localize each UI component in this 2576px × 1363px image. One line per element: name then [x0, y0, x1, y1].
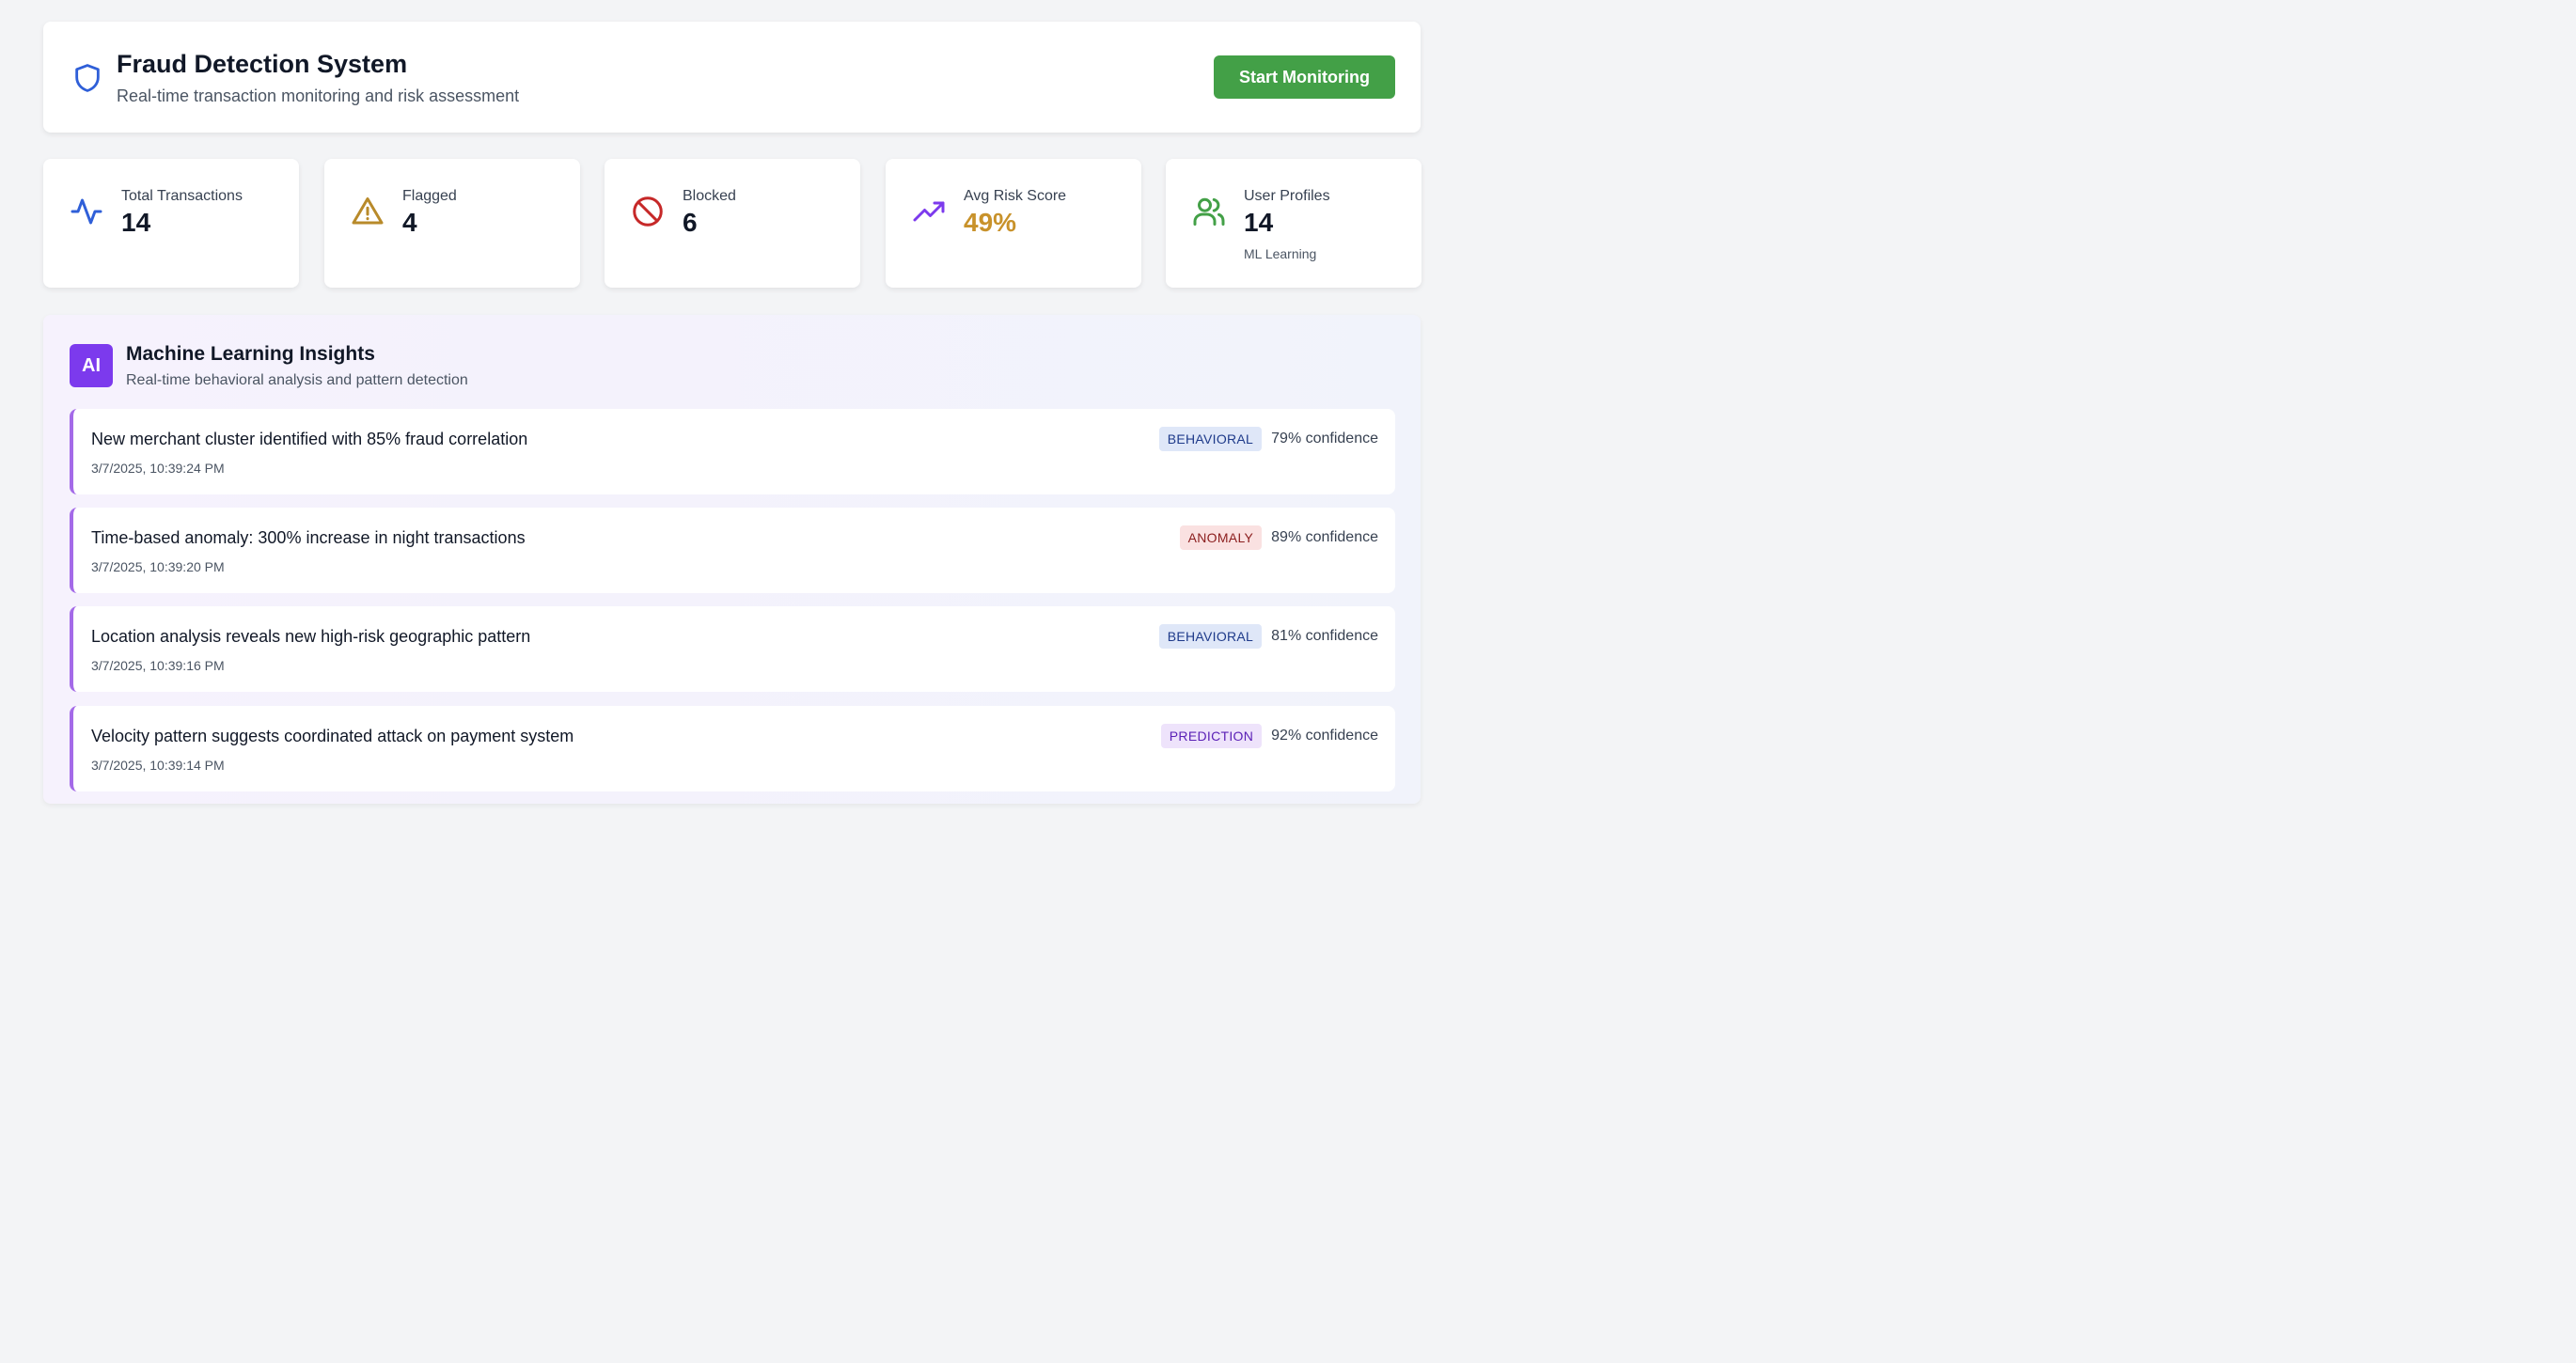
- trending-up-icon: [913, 201, 945, 222]
- stat-value: 14: [1244, 208, 1274, 237]
- stat-value: 6: [683, 208, 698, 237]
- stat-card-blocked: Blocked 6: [605, 159, 860, 288]
- warning-triangle-icon: [352, 197, 384, 225]
- insight-confidence: 92% confidence: [1271, 728, 1378, 744]
- insight-tag: BEHAVIORAL: [1158, 427, 1263, 451]
- stat-value: 49%: [964, 208, 1017, 237]
- ml-insights-subtitle: Real-time behavioral analysis and patter…: [126, 372, 468, 388]
- ml-insights-title: Machine Learning Insights: [126, 343, 375, 365]
- insight-text: Time-based anomaly: 300% increase in nig…: [91, 528, 526, 547]
- users-icon: [1193, 197, 1225, 226]
- stat-label: Total Transactions: [121, 188, 243, 204]
- insight-meta: BEHAVIORAL 81% confidence: [1158, 623, 1378, 650]
- stat-label: Flagged: [402, 188, 457, 204]
- insight-item: Time-based anomaly: 300% increase in nig…: [70, 508, 1395, 593]
- app-header: Fraud Detection System Real-time transac…: [43, 22, 1421, 133]
- stat-card-user-profiles: User Profiles 14 ML Learning: [1166, 159, 1422, 288]
- insight-tag: PREDICTION: [1160, 724, 1263, 748]
- stat-label: Avg Risk Score: [964, 188, 1067, 204]
- stat-card-avg-risk-score: Avg Risk Score 49%: [886, 159, 1141, 288]
- stat-card-flagged: Flagged 4: [324, 159, 580, 288]
- stat-label: Blocked: [683, 188, 736, 204]
- page-subtitle: Real-time transaction monitoring and ris…: [117, 86, 520, 105]
- page-title: Fraud Detection System: [117, 50, 408, 78]
- insight-tag: BEHAVIORAL: [1158, 624, 1263, 649]
- insight-meta: PREDICTION 92% confidence: [1160, 723, 1378, 749]
- start-monitoring-button[interactable]: Start Monitoring: [1214, 55, 1395, 99]
- stat-card-total-transactions: Total Transactions 14: [43, 159, 299, 288]
- insight-item: Location analysis reveals new high-risk …: [70, 606, 1395, 692]
- stat-value: 4: [402, 208, 417, 237]
- insight-text: New merchant cluster identified with 85%…: [91, 430, 528, 448]
- stat-value: 14: [121, 208, 151, 237]
- insight-confidence: 89% confidence: [1271, 529, 1378, 545]
- shield-icon: [75, 64, 100, 92]
- activity-icon: [71, 198, 102, 225]
- insight-text: Location analysis reveals new high-risk …: [91, 627, 531, 646]
- ban-icon: [633, 196, 663, 227]
- insight-timestamp: 3/7/2025, 10:39:14 PM: [91, 758, 225, 773]
- insight-confidence: 81% confidence: [1271, 628, 1378, 644]
- insight-confidence: 79% confidence: [1271, 431, 1378, 446]
- insight-item: Velocity pattern suggests coordinated at…: [70, 706, 1395, 791]
- insight-tag: ANOMALY: [1179, 525, 1263, 550]
- insight-timestamp: 3/7/2025, 10:39:16 PM: [91, 658, 225, 673]
- insight-meta: ANOMALY 89% confidence: [1179, 525, 1378, 551]
- stat-label: User Profiles: [1244, 188, 1330, 204]
- ml-insights-panel: AI Machine Learning Insights Real-time b…: [43, 315, 1421, 804]
- insight-item: New merchant cluster identified with 85%…: [70, 409, 1395, 494]
- insight-timestamp: 3/7/2025, 10:39:24 PM: [91, 461, 225, 476]
- ai-badge: AI: [70, 344, 113, 387]
- insight-text: Velocity pattern suggests coordinated at…: [91, 727, 574, 745]
- insight-meta: BEHAVIORAL 79% confidence: [1158, 426, 1378, 452]
- stat-note: ML Learning: [1244, 246, 1317, 261]
- insight-timestamp: 3/7/2025, 10:39:20 PM: [91, 559, 225, 574]
